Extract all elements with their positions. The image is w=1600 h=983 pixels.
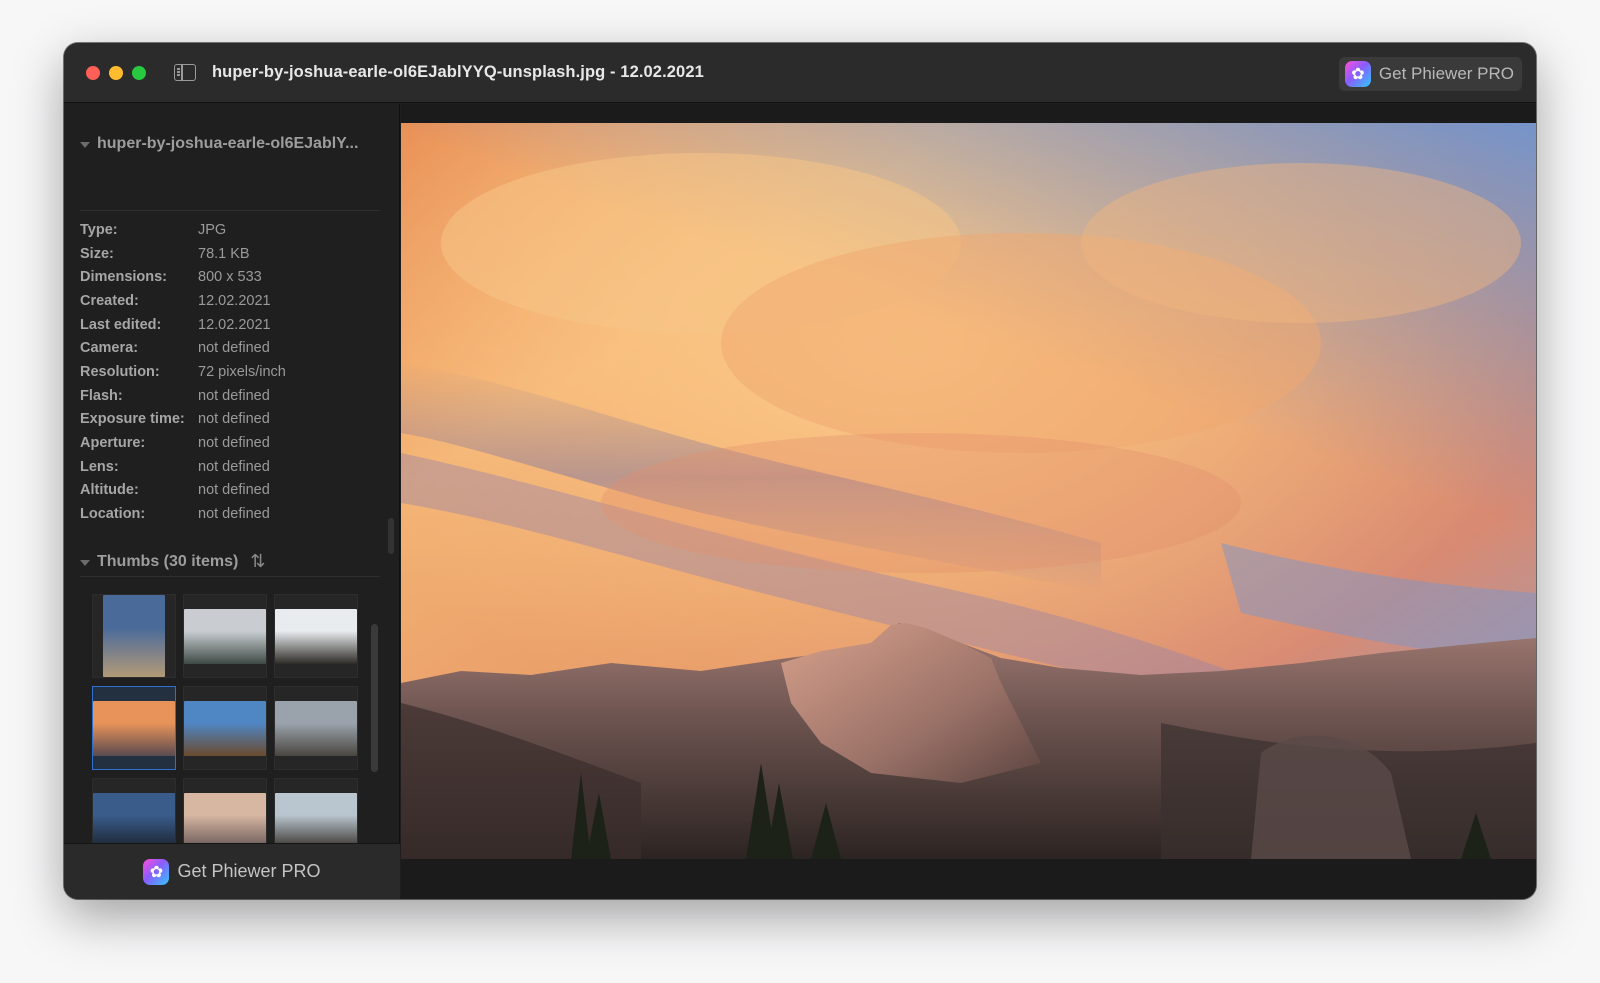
thumbnail-image bbox=[103, 595, 165, 677]
thumbnail-image bbox=[184, 608, 266, 664]
info-row: Altitude: not defined bbox=[80, 479, 286, 503]
thumbs-scrollbar[interactable] bbox=[371, 624, 378, 772]
info-value: 800 x 533 bbox=[198, 269, 262, 286]
info-row: Exposure time: not defined bbox=[80, 408, 286, 432]
info-value: 12.02.2021 bbox=[198, 292, 271, 309]
phiewer-app-icon: ✿ bbox=[1344, 61, 1371, 87]
info-label: Size: bbox=[80, 245, 114, 262]
thumbnail-image bbox=[184, 700, 266, 756]
info-value: not defined bbox=[198, 482, 270, 499]
thumbnail-image bbox=[275, 792, 357, 848]
sidebar-toggle-icon[interactable] bbox=[174, 64, 196, 81]
title-bar: huper-by-joshua-earle-ol6EJablYYQ-unspla… bbox=[64, 43, 1536, 103]
info-value: 72 pixels/inch bbox=[198, 363, 286, 380]
info-label: Camera: bbox=[80, 340, 139, 357]
file-info-table: Type: JPG Size: 78.1 KB Dimensions: 800 x 533… bbox=[80, 218, 286, 526]
info-row: Location: not defined bbox=[80, 502, 286, 526]
close-window-button[interactable] bbox=[86, 65, 100, 80]
sunset-mountain-image bbox=[401, 123, 1536, 859]
sort-icon[interactable]: ⇅ bbox=[250, 551, 265, 572]
thumbnail-image bbox=[184, 792, 266, 848]
info-value: not defined bbox=[198, 435, 270, 452]
info-label: Exposure time: bbox=[80, 411, 185, 428]
thumbs-section-title: Thumbs (30 items) bbox=[97, 552, 239, 570]
info-row: Size: 78.1 KB bbox=[80, 242, 286, 266]
phiewer-app-icon: ✿ bbox=[143, 858, 170, 885]
thumbnail[interactable] bbox=[274, 686, 358, 770]
info-label: Location: bbox=[80, 506, 146, 523]
window-controls bbox=[86, 65, 146, 80]
minimize-window-button[interactable] bbox=[109, 65, 123, 80]
info-section-title: huper-by-joshua-earle-ol6EJablY... bbox=[97, 135, 359, 152]
info-label: Type: bbox=[80, 221, 118, 238]
info-row: Last edited: 12.02.2021 bbox=[80, 313, 286, 337]
get-pro-button-titlebar[interactable]: ✿ Get Phiewer PRO bbox=[1338, 57, 1522, 91]
info-value: 12.02.2021 bbox=[198, 316, 271, 333]
thumbnail[interactable] bbox=[183, 686, 267, 770]
info-value: JPG bbox=[198, 221, 227, 238]
disclosure-triangle-icon[interactable] bbox=[80, 142, 90, 148]
main-photo[interactable] bbox=[401, 123, 1536, 859]
info-label: Dimensions: bbox=[80, 269, 168, 286]
thumbnail-image bbox=[93, 792, 175, 848]
sidebar: huper-by-joshua-earle-ol6EJablY... Type:… bbox=[64, 104, 400, 899]
info-row: Camera: not defined bbox=[80, 336, 286, 360]
window-title: huper-by-joshua-earle-ol6EJablYYQ-unspla… bbox=[212, 63, 704, 81]
info-value: not defined bbox=[198, 411, 270, 428]
image-viewer[interactable] bbox=[401, 104, 1536, 899]
info-row: Resolution: 72 pixels/inch bbox=[80, 360, 286, 384]
info-value: not defined bbox=[198, 506, 270, 523]
info-divider bbox=[80, 210, 380, 211]
get-pro-label: Get Phiewer PRO bbox=[1378, 64, 1514, 83]
info-row: Type: JPG bbox=[80, 218, 286, 242]
info-label: Last edited: bbox=[80, 316, 162, 333]
thumbnail-image bbox=[275, 608, 357, 664]
thumbnail[interactable] bbox=[92, 594, 176, 678]
thumbs-divider bbox=[80, 576, 380, 577]
thumbnail-image bbox=[275, 700, 357, 756]
get-pro-button-sidebar[interactable]: ✿ Get Phiewer PRO bbox=[64, 843, 400, 899]
thumbs-section-header[interactable]: Thumbs (30 items) ⇅ bbox=[80, 551, 265, 572]
info-label: Aperture: bbox=[80, 435, 146, 452]
disclosure-triangle-icon[interactable] bbox=[80, 559, 90, 566]
thumbnail-image bbox=[93, 700, 175, 756]
info-label: Lens: bbox=[80, 458, 119, 475]
get-pro-footer-label: Get Phiewer PRO bbox=[177, 861, 321, 881]
info-value: 78.1 KB bbox=[198, 245, 250, 262]
info-label: Resolution: bbox=[80, 363, 160, 380]
thumbnail-grid bbox=[92, 594, 358, 862]
thumbnail[interactable] bbox=[274, 594, 358, 678]
info-value: not defined bbox=[198, 458, 270, 475]
info-value: not defined bbox=[198, 340, 270, 357]
thumbnail[interactable] bbox=[183, 594, 267, 678]
info-row: Aperture: not defined bbox=[80, 431, 286, 455]
thumbnail[interactable] bbox=[92, 686, 176, 770]
zoom-window-button[interactable] bbox=[132, 65, 146, 80]
info-section-header[interactable]: huper-by-joshua-earle-ol6EJablY... bbox=[80, 135, 358, 153]
info-value: not defined bbox=[198, 387, 270, 404]
app-window: huper-by-joshua-earle-ol6EJablYYQ-unspla… bbox=[64, 43, 1536, 899]
info-row: Flash: not defined bbox=[80, 384, 286, 408]
info-row: Created: 12.02.2021 bbox=[80, 289, 286, 313]
info-scrollbar[interactable] bbox=[388, 518, 394, 554]
info-label: Flash: bbox=[80, 387, 123, 404]
info-row: Dimensions: 800 x 533 bbox=[80, 265, 286, 289]
info-row: Lens: not defined bbox=[80, 455, 286, 479]
info-label: Created: bbox=[80, 292, 139, 309]
info-label: Altitude: bbox=[80, 482, 139, 499]
